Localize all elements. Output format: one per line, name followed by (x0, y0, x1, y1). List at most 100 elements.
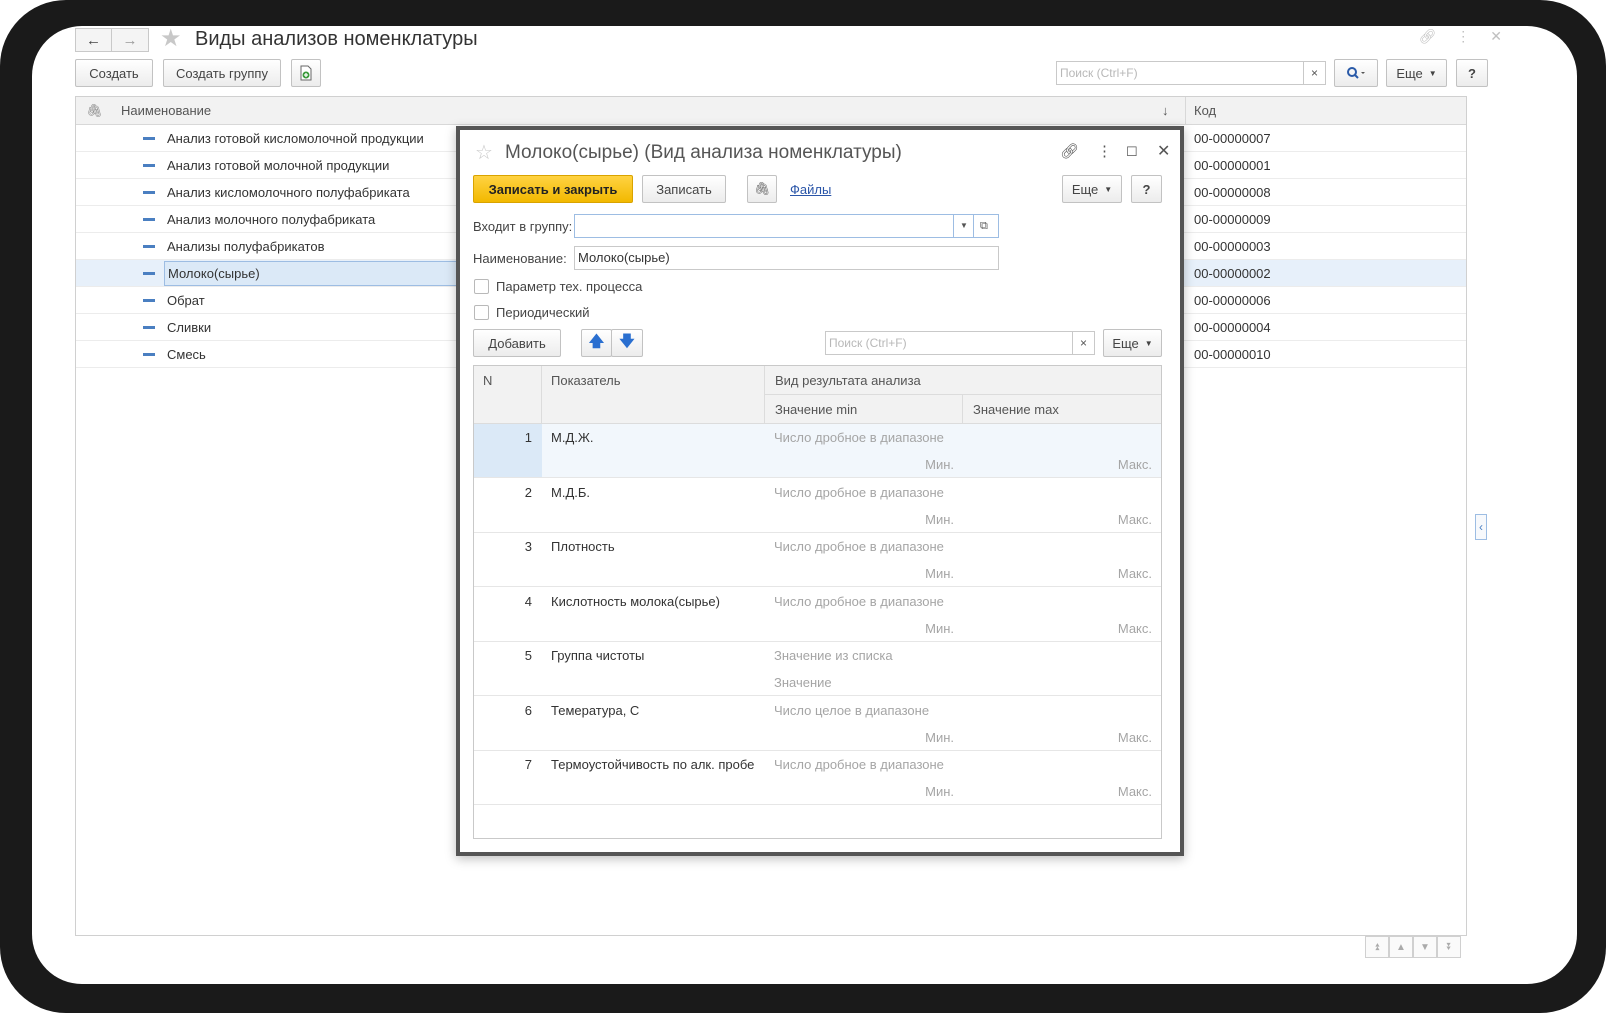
column-header-code[interactable]: Код (1194, 103, 1216, 118)
dialog-more-label: Еще (1071, 181, 1099, 197)
name-field[interactable]: Молоко(сырье) (574, 246, 999, 270)
navigation-buttons: ← → (75, 28, 149, 52)
indicators-table: N Показатель Вид результата анализа Знач… (473, 365, 1162, 839)
list-row-code: 00-00000003 (1194, 239, 1271, 254)
min-value-placeholder[interactable]: Мин. (765, 457, 954, 473)
result-type: Число дробное в диапазоне (774, 593, 944, 609)
list-more-button[interactable]: Еще ▼ (1386, 59, 1447, 87)
scroll-to-top-button[interactable]: ⏫︎ (1365, 936, 1389, 958)
export-button[interactable] (291, 59, 321, 87)
list-search-clear-button[interactable]: × (1303, 61, 1326, 85)
row-number: 2 (524, 484, 532, 500)
table-row[interactable]: 4 Кислотность молока(сырье) Число дробное … (474, 588, 1161, 642)
create-button[interactable]: Создать (75, 59, 153, 87)
app-screen: ← → ★ Виды анализов номенклатуры 🔗︎ ⋮ ✕ … (32, 26, 1577, 984)
side-panel-toggle[interactable]: ‹ (1475, 514, 1487, 540)
list-row-name: Анализ готовой кисломолочной продукции (167, 131, 424, 146)
item-marker-icon (143, 218, 155, 221)
tech-process-checkbox[interactable] (474, 279, 489, 294)
save-and-close-button[interactable]: Записать и закрыть (473, 175, 633, 203)
row-number: 1 (524, 430, 532, 445)
favorite-star-outline-icon[interactable]: ☆ (475, 140, 493, 165)
table-row[interactable]: 2 М.Д.Б. Число дробное в диапазоне Мин. Макс… (474, 479, 1161, 533)
maximize-icon[interactable]: ☐ (1126, 144, 1138, 160)
list-row-name: Обрат (167, 293, 205, 308)
table-search-clear-button[interactable]: × (1072, 331, 1095, 355)
back-button[interactable]: ← (75, 28, 112, 52)
min-value-placeholder[interactable]: Мин. (765, 512, 954, 528)
table-row[interactable]: 5 Группа чистоты Значение из списка Значени… (474, 642, 1161, 696)
scroll-down-button[interactable]: ▼ (1413, 936, 1437, 958)
scroll-up-button[interactable]: ▲ (1389, 936, 1413, 958)
dialog-help-button[interactable]: ? (1131, 175, 1162, 203)
column-header-indicator[interactable]: Показатель (542, 366, 765, 424)
paperclip-icon: 🖇︎ (753, 181, 771, 196)
list-row-code: 00-00000001 (1194, 158, 1271, 173)
list-row-name: Анализы полуфабрикатов (167, 239, 325, 254)
column-header-n[interactable]: N (474, 366, 542, 424)
periodic-checkbox[interactable] (474, 305, 489, 320)
group-open-button[interactable]: ⧉ (973, 214, 999, 238)
max-value-placeholder[interactable]: Макс. (963, 730, 1152, 746)
table-search-input[interactable]: Поиск (Ctrl+F) (825, 331, 1073, 355)
column-separator (1185, 97, 1186, 125)
group-field[interactable] (574, 214, 954, 238)
list-search-input[interactable]: Поиск (Ctrl+F) (1056, 61, 1304, 85)
help-button[interactable]: ? (1456, 59, 1488, 87)
window-controls: 🔗︎ ⋮ ✕ (1418, 28, 1502, 45)
item-marker-icon (143, 191, 155, 194)
min-value-placeholder[interactable]: Мин. (765, 566, 954, 582)
favorite-star-icon[interactable]: ★ (160, 27, 182, 51)
group-label: Входит в группу: (473, 219, 573, 234)
link-icon[interactable]: 🔗︎ (1060, 142, 1079, 160)
close-icon[interactable]: ✕ (1490, 28, 1502, 45)
close-icon[interactable]: ✕ (1157, 141, 1170, 161)
max-value-placeholder[interactable]: Макс. (963, 512, 1152, 528)
max-value-placeholder[interactable]: Макс. (963, 621, 1152, 637)
arrow-down-icon: 🡇 (619, 332, 635, 350)
max-value-placeholder[interactable]: Макс. (963, 784, 1152, 800)
attach-file-button[interactable]: 🖇︎ (747, 175, 777, 203)
max-value-placeholder[interactable]: Макс. (963, 566, 1152, 582)
group-dropdown-button[interactable]: ▼ (953, 214, 974, 238)
list-more-label: Еще (1396, 65, 1423, 81)
table-row[interactable]: 7 Термоустойчивость по алк. пробе Число др… (474, 751, 1161, 805)
min-value-placeholder[interactable]: Мин. (765, 621, 954, 637)
chevron-down-icon: ▼ (960, 221, 968, 230)
column-header-min[interactable]: Значение min (765, 395, 963, 424)
create-group-button[interactable]: Создать группу (163, 59, 281, 87)
move-down-button[interactable]: 🡇 (611, 329, 643, 357)
more-vertical-icon[interactable]: ⋮ (1097, 142, 1112, 160)
table-row[interactable]: 1 М.Д.Ж. Число дробное в диапазоне Мин. Макс… (474, 424, 1161, 478)
files-link[interactable]: Файлы (790, 182, 831, 197)
sort-down-icon[interactable]: ↓ (1162, 103, 1169, 118)
column-header-result-type[interactable]: Вид результата анализа (765, 366, 1161, 395)
column-header-name[interactable]: Наименование (121, 103, 211, 118)
list-row-name: Молоко(сырье) (164, 261, 460, 286)
table-more-button[interactable]: Еще ▼ (1103, 329, 1162, 357)
indicator-name: Термоустойчивость по алк. пробе (551, 757, 755, 772)
max-value-placeholder[interactable]: Макс. (963, 457, 1152, 473)
save-button[interactable]: Записать (642, 175, 726, 203)
result-type: Число дробное в диапазоне (774, 484, 944, 500)
min-value-placeholder[interactable]: Мин. (765, 730, 954, 746)
row-number: 5 (524, 648, 532, 663)
indicator-name: Плотность (551, 539, 615, 554)
link-icon[interactable]: 🔗︎ (1418, 28, 1436, 45)
column-header-max[interactable]: Значение max (963, 395, 1161, 424)
table-row[interactable]: 6 Темература, С Число целое в диапазоне Мин… (474, 697, 1161, 751)
indicator-name: М.Д.Б. (551, 484, 590, 500)
search-button[interactable] (1334, 59, 1378, 87)
forward-button[interactable]: → (112, 28, 149, 52)
value-placeholder[interactable]: Значение (774, 675, 832, 691)
item-marker-icon (143, 137, 155, 140)
min-value-placeholder[interactable]: Мин. (765, 784, 954, 800)
row-number: 4 (524, 593, 532, 609)
add-row-button[interactable]: Добавить (473, 329, 561, 357)
move-up-button[interactable]: 🡅 (581, 329, 612, 357)
more-vertical-icon[interactable]: ⋮ (1456, 28, 1470, 45)
dialog-more-button[interactable]: Еще ▼ (1062, 175, 1122, 203)
item-marker-icon (143, 326, 155, 329)
table-row[interactable]: 3 Плотность Число дробное в диапазоне Мин. М… (474, 533, 1161, 587)
scroll-to-bottom-button[interactable]: ⏬︎ (1437, 936, 1461, 958)
